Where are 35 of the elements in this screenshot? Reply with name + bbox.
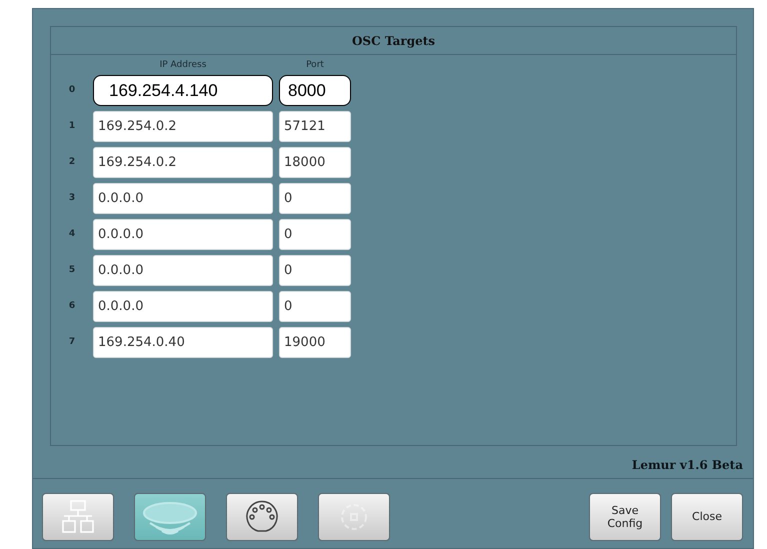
row-index: 6 xyxy=(68,300,76,313)
port-field[interactable]: 0 xyxy=(279,183,351,214)
toolbar-tab[interactable] xyxy=(134,493,206,541)
row-index: 1 xyxy=(68,120,76,133)
panel-title: OSC Targets xyxy=(51,27,736,55)
save-config-button[interactable]: Save Config xyxy=(589,493,661,541)
network-icon xyxy=(60,499,96,535)
ip-address-field[interactable]: 0.0.0.0 xyxy=(93,291,273,322)
version-label: Lemur v1.6 Beta xyxy=(33,446,753,479)
row-index: 0 xyxy=(68,84,76,97)
ip-address-field[interactable]: 0.0.0.0 xyxy=(93,183,273,214)
port-field[interactable]: 57121 xyxy=(279,111,351,142)
port-field[interactable]: 19000 xyxy=(279,327,351,358)
ip-address-field[interactable]: 169.254.4.140 xyxy=(93,75,273,106)
toolbar-tab[interactable] xyxy=(226,493,298,541)
close-button[interactable]: Close xyxy=(671,493,743,541)
row-index: 2 xyxy=(68,156,76,169)
port-field[interactable]: 18000 xyxy=(279,147,351,178)
midi-connector-icon xyxy=(245,500,279,534)
column-header: IP Address xyxy=(158,59,208,72)
port-field[interactable]: 0 xyxy=(279,255,351,286)
row-index: 5 xyxy=(68,264,76,277)
port-field[interactable]: 8000 xyxy=(279,75,351,106)
ip-address-field[interactable]: 169.254.0.2 xyxy=(93,111,273,142)
ip-address-field[interactable]: 0.0.0.0 xyxy=(93,255,273,286)
row-index: 7 xyxy=(68,336,76,349)
ip-address-field[interactable]: 0.0.0.0 xyxy=(93,219,273,250)
row-index: 4 xyxy=(68,228,76,241)
row-index: 3 xyxy=(68,192,76,205)
ip-address-field[interactable]: 169.254.0.2 xyxy=(93,147,273,178)
port-field[interactable]: 0 xyxy=(279,219,351,250)
port-field[interactable]: 0 xyxy=(279,291,351,322)
ip-address-field[interactable]: 169.254.0.40 xyxy=(93,327,273,358)
column-header: Port xyxy=(305,59,325,72)
toolbar-tab[interactable] xyxy=(42,493,114,541)
